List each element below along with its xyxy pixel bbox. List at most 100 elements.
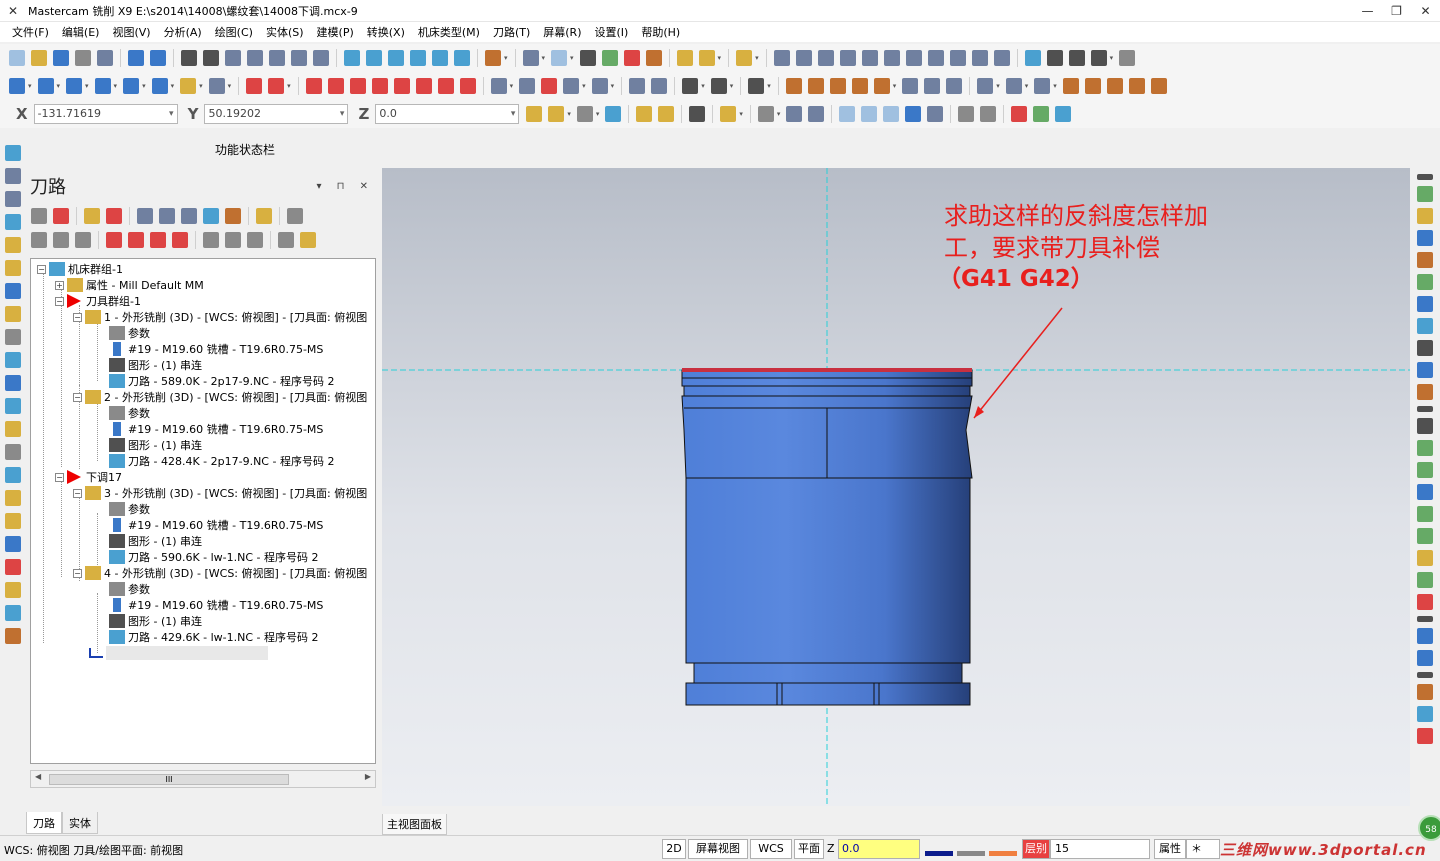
menu-analyze[interactable]: 分析(A) [164,24,202,40]
menu-file[interactable]: 文件(F) [12,24,49,40]
cube-blue-icon[interactable] [5,605,21,621]
right-camera-icon[interactable] [1417,384,1433,400]
box-flat-icon[interactable] [5,306,21,322]
spline-icon[interactable] [151,78,168,94]
highfeed-icon[interactable] [256,208,272,224]
zoom-target-icon[interactable] [247,50,263,66]
cabinet-icon[interactable] [1084,78,1101,94]
tree-toolpath-4[interactable]: 刀路 - 429.6K - lw-1.NC - 程序号码 2 [109,629,319,645]
post-icon[interactable] [225,208,241,224]
lift-icon[interactable] [873,78,890,94]
sphere-icon[interactable] [551,50,568,66]
dim-horizontal-icon[interactable] [682,78,699,94]
undo-icon[interactable] [128,50,144,66]
wcs-button[interactable]: WCS [750,839,792,859]
angle-icon[interactable] [795,50,812,66]
lock-icon[interactable] [31,232,47,248]
tree-geometry-4[interactable]: 图形 - (1) 串连 [109,613,202,629]
tree-geometry-1[interactable]: 图形 - (1) 串连 [109,357,202,373]
right-expand-icon[interactable] [1417,174,1433,180]
join-icon[interactable] [519,78,536,94]
delete-icon[interactable] [268,78,285,94]
wire-box-icon[interactable] [5,444,21,460]
edge-select-icon[interactable] [883,106,900,122]
cylinder-icon[interactable] [180,78,197,94]
fit-icon[interactable] [181,50,197,66]
checklist-icon[interactable] [980,106,997,122]
wave-icon[interactable] [53,232,69,248]
dimension-icon[interactable] [817,50,834,66]
tree-params-3[interactable]: 参数 [109,501,150,517]
print-icon[interactable] [75,50,91,66]
rectangle-icon[interactable] [94,78,111,94]
scale-icon[interactable] [371,78,388,94]
stock-icon[interactable] [785,78,802,94]
scroll-right-icon[interactable]: ▶ [365,772,371,781]
body-select-icon[interactable] [861,106,878,122]
scroll-thumb[interactable]: III [49,774,289,785]
remove-icon[interactable] [5,559,21,575]
backplot-icon[interactable] [137,208,153,224]
move-face-icon[interactable] [5,398,21,414]
menu-toolpaths[interactable]: 刀路(T) [493,24,530,40]
box-blue-icon[interactable] [5,283,21,299]
select-invalid-ops-icon[interactable] [53,208,69,224]
mesh-icon[interactable] [1005,78,1022,94]
tree-insert-arrow[interactable] [89,645,268,661]
tree-params-4[interactable]: 参数 [109,581,150,597]
scroll-to-icon[interactable] [172,232,188,248]
view-side-icon[interactable] [388,50,404,66]
right-solid-icon[interactable] [1417,550,1433,566]
mode-2d-button[interactable]: 2D [662,839,686,859]
color-swatch-icon[interactable] [925,844,953,856]
repaint-icon[interactable] [203,50,219,66]
toolpath-up-icon[interactable] [5,145,21,161]
right-diagonal-icon[interactable] [1417,318,1433,334]
y-coordinate-input[interactable]: 50.19202 [204,104,349,124]
dim-vertical-icon[interactable] [710,78,727,94]
pattern-box-icon[interactable] [5,467,21,483]
plane-button[interactable]: 平面 [794,839,824,859]
menu-screen[interactable]: 屏幕(R) [543,24,581,40]
select-chain-icon[interactable] [636,106,653,122]
array-icon[interactable] [437,78,454,94]
select-all-ops-icon[interactable] [31,208,47,224]
pencil-icon[interactable] [676,50,693,66]
tree-toolgroup-2[interactable]: − 下调17 [55,469,122,485]
view-front-icon[interactable] [366,50,382,66]
tree-operation-1[interactable]: −1 - 外形铣削 (3D) - [WCS: 俯视图] - [刀具面: 俯视图 [73,309,367,325]
gear-icon[interactable] [958,106,975,122]
shell-icon[interactable] [5,352,21,368]
right-doc-icon[interactable] [1417,252,1433,268]
line-width-icon[interactable] [989,844,1017,856]
panel-help-icon[interactable] [287,208,303,224]
level-manager-icon[interactable] [1068,50,1085,66]
drill-icon[interactable] [5,191,21,207]
text-icon[interactable] [629,78,646,94]
solid-select-icon[interactable] [808,106,825,122]
right-plus-plane-icon[interactable] [1417,462,1433,478]
save-icon[interactable] [53,50,69,66]
new-file-icon[interactable] [9,50,25,66]
zoom-selected-icon[interactable] [269,50,285,66]
tree-toolgroup-1[interactable]: − 刀具群组-1 [55,293,141,309]
tree-geometry-3[interactable]: 图形 - (1) 串连 [109,533,202,549]
tree-toolpath-1[interactable]: 刀路 - 589.0K - 2p17-9.NC - 程序号码 2 [109,373,334,389]
circle-icon[interactable] [66,78,83,94]
anchor-icon[interactable] [591,78,608,94]
z-depth-input[interactable]: 0.0 [838,839,920,859]
fill-icon[interactable] [851,78,868,94]
arrow-select-icon[interactable] [786,106,803,122]
history-icon[interactable] [5,628,21,644]
hide-icon[interactable] [225,232,241,248]
note-icon[interactable] [651,78,668,94]
tree-operation-2[interactable]: −2 - 外形铣削 (3D) - [WCS: 俯视图] - [刀具面: 俯视图 [73,389,367,405]
fast-point-icon[interactable] [548,106,565,122]
right-dim-icon[interactable] [1417,418,1433,434]
regen-selected-icon[interactable] [84,208,100,224]
menu-help[interactable]: 帮助(H) [641,24,680,40]
tree-geometry-2[interactable]: 图形 - (1) 串连 [109,437,202,453]
tree-toolpath-2[interactable]: 刀路 - 428.4K - 2p17-9.NC - 程序号码 2 [109,453,334,469]
numbering-icon[interactable] [1128,78,1145,94]
menu-create[interactable]: 绘图(C) [215,24,253,40]
